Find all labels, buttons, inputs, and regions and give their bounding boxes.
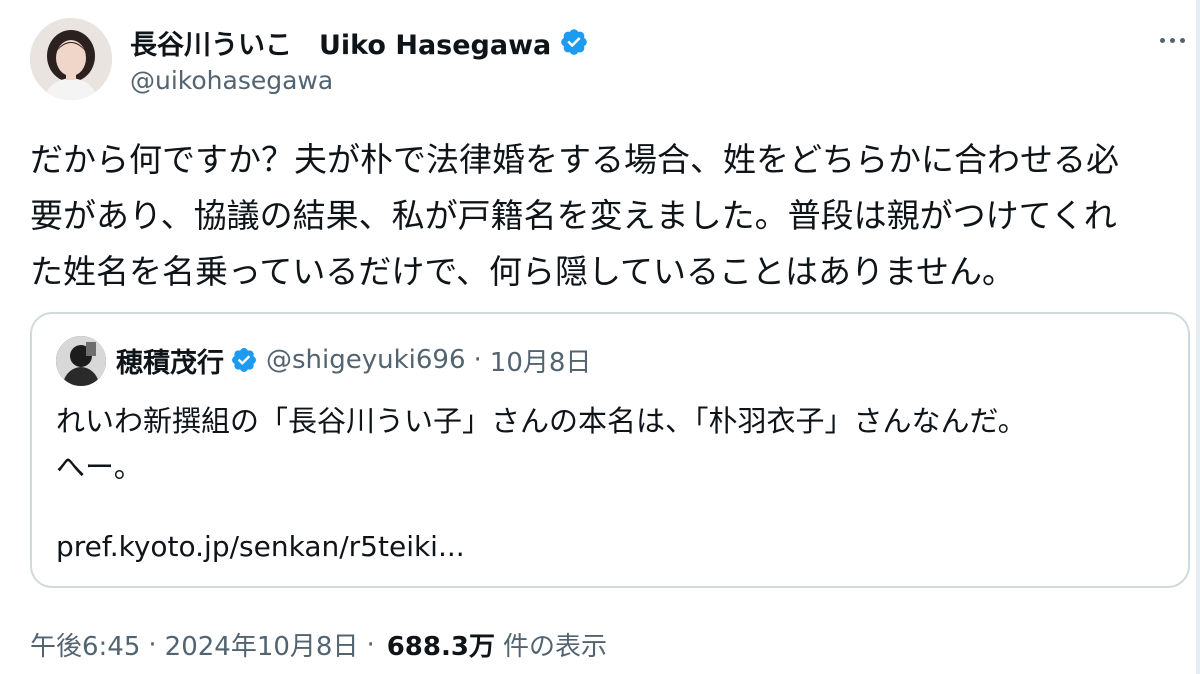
tweet-time[interactable]: 午後6:45	[30, 626, 140, 663]
meta-separator: ·	[148, 629, 157, 660]
quoted-tweet-text: れいわ新撰組の「長谷川うい子」さんの本名は、「朴羽衣子」さんなんだ。 へー。	[56, 398, 1166, 490]
scrollbar-track	[1196, 0, 1200, 674]
author-handle[interactable]: @uikohasegawa	[130, 66, 333, 95]
quoted-author-name[interactable]: 穂積茂行	[116, 341, 224, 380]
quoted-date[interactable]: 10月8日	[490, 342, 592, 379]
tweet-text: だから何ですか？夫が朴で法律婚をする場合、姓をどちらかに合わせる必 要があり、協…	[30, 132, 1190, 300]
tweet-date[interactable]: 2024年10月8日	[165, 626, 359, 663]
author-name-row: 長谷川ういこ Uiko Hasegawa	[130, 22, 589, 62]
view-count: 688.3万	[386, 632, 495, 662]
verified-badge-icon[interactable]	[230, 346, 258, 374]
tweet-text-line: だから何ですか？夫が朴で法律婚をする場合、姓をどちらかに合わせる必	[30, 140, 1119, 179]
quoted-header: 穂積茂行 @shigeyuki696 · 10月8日	[116, 340, 591, 380]
quoted-text-line: へー。	[56, 450, 143, 484]
author-display-name[interactable]: 長谷川ういこ Uiko Hasegawa	[130, 23, 551, 62]
meta-separator: ·	[366, 629, 375, 660]
verified-badge-icon[interactable]	[559, 27, 589, 57]
quoted-author-avatar[interactable]	[56, 336, 106, 386]
tweet-text-line: 要があり、協議の結果、私が戸籍名を変えました。普段は親がつけてくれ	[30, 196, 1117, 235]
tweet-meta: 午後6:45 · 2024年10月8日 · 688.3万 件の表示	[30, 626, 607, 663]
quoted-text-line: れいわ新撰組の「長谷川うい子」さんの本名は、「朴羽衣子」さんなんだ。	[56, 404, 1027, 438]
quoted-link[interactable]: pref.kyoto.jp/senkan/r5teiki...	[56, 530, 465, 563]
quoted-tweet-card[interactable]: 穂積茂行 @shigeyuki696 · 10月8日 れいわ新撰組の「長谷川うい…	[30, 312, 1190, 588]
tweet-text-line: た姓名を名乗っているだけで、何ら隠していることはありません。	[30, 252, 1016, 291]
quoted-separator: ·	[473, 345, 482, 375]
more-options-icon[interactable]	[1150, 28, 1194, 52]
quoted-author-handle[interactable]: @shigeyuki696	[266, 345, 466, 375]
author-avatar[interactable]	[30, 18, 112, 100]
quoted-avatar-image	[56, 336, 106, 386]
view-count-label: 件の表示	[502, 632, 607, 662]
author-avatar-image	[30, 18, 112, 100]
